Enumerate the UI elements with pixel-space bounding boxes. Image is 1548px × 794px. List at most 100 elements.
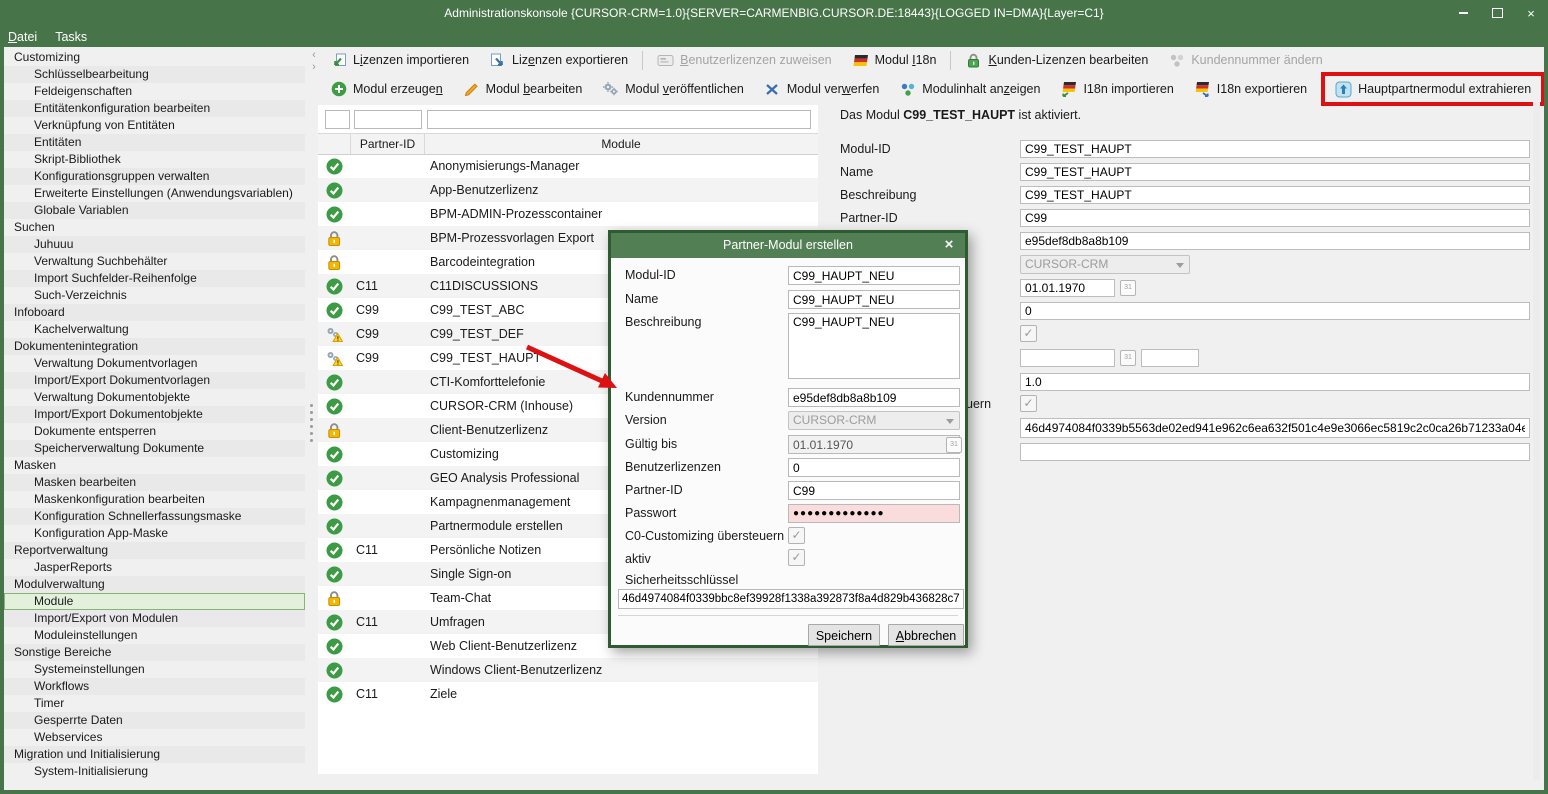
modul-id-input[interactable] xyxy=(788,266,960,285)
detail-beschreibung-input[interactable] xyxy=(1020,186,1530,204)
sidebar-item-globale-variablen[interactable]: Globale Variablen xyxy=(4,202,305,219)
toolbar-button-lizenzen-importieren[interactable]: Lizenzen importieren xyxy=(320,49,479,71)
aktiv-checkbox[interactable]: ✓ xyxy=(788,549,805,566)
toolbar-button-i18n-importieren[interactable]: I18n importieren xyxy=(1050,78,1183,100)
sidebar-item-masken-bearbeiten[interactable]: Masken bearbeiten xyxy=(4,474,305,491)
detail-version-combo[interactable]: CURSOR-CRM xyxy=(1020,255,1190,274)
version-combo[interactable]: CURSOR-CRM xyxy=(788,411,960,430)
sidebar-collapse-icons[interactable]: ‹› xyxy=(307,49,321,73)
partner-filter-input[interactable] xyxy=(354,110,422,129)
sidebar-item-entitätenkonfiguration-bearbeiten[interactable]: Entitätenkonfiguration bearbeiten xyxy=(4,100,305,117)
sidebar-item-masken[interactable]: Masken xyxy=(4,457,305,474)
menu-tasks[interactable]: Tasks xyxy=(55,30,87,44)
detail-versionsnummer-input[interactable] xyxy=(1020,373,1530,391)
detail-checkbox-1[interactable]: ✓ xyxy=(1020,325,1037,342)
table-row-app-benutzerlizenz[interactable]: App-Benutzerlizenz xyxy=(318,178,818,202)
table-row-ziele[interactable]: C11Ziele xyxy=(318,682,818,706)
kundennummer-input[interactable] xyxy=(788,388,960,407)
beschreibung-textarea[interactable]: C99_HAUPT_NEU xyxy=(788,313,960,379)
calendar-icon[interactable]: 31 xyxy=(946,437,962,453)
sidebar-item-verwaltung-suchbehälter[interactable]: Verwaltung Suchbehälter xyxy=(4,253,305,270)
gueltig-bis-input[interactable] xyxy=(788,435,960,454)
sidebar-item-konfigurationsgruppen-verwalten[interactable]: Konfigurationsgruppen verwalten xyxy=(4,168,305,185)
status-filter-input[interactable] xyxy=(325,110,350,129)
vertical-scrollbar[interactable] xyxy=(1533,102,1540,780)
sidebar-item-konfiguration-app-maske[interactable]: Konfiguration App-Maske xyxy=(4,525,305,542)
detail-name-input[interactable] xyxy=(1020,163,1530,181)
sidebar-item-systemeinstellungen[interactable]: Systemeinstellungen xyxy=(4,661,305,678)
detail-benutzerlizenzen-input[interactable] xyxy=(1020,302,1530,320)
sidebar-item-reportverwaltung[interactable]: Reportverwaltung xyxy=(4,542,305,559)
partner-column-header[interactable]: Partner-ID xyxy=(351,134,425,154)
toolbar-button-modul-erzeugen[interactable]: Modul erzeugen xyxy=(320,78,453,100)
sidebar-item-gesperrte-daten[interactable]: Gesperrte Daten xyxy=(4,712,305,729)
sidebar-item-verwaltung-dokumentobjekte[interactable]: Verwaltung Dokumentobjekte xyxy=(4,389,305,406)
toolbar-button-modul-bearbeiten[interactable]: Modul bearbeiten xyxy=(453,78,593,100)
sidebar-item-workflows[interactable]: Workflows xyxy=(4,678,305,695)
c0-customizing-checkbox[interactable]: ✓ xyxy=(788,527,805,544)
sidebar-item-module[interactable]: Module xyxy=(4,593,305,610)
name-input[interactable] xyxy=(788,290,960,309)
sidebar-item-juhuuu[interactable]: Juhuuu xyxy=(4,236,305,253)
detail-modul-id-input[interactable] xyxy=(1020,140,1530,158)
table-row-bpm-admin-prozesscontainer[interactable]: BPM-ADMIN-Prozesscontainer xyxy=(318,202,818,226)
module-column-header[interactable]: Module xyxy=(425,134,817,154)
toolbar-button-modul-verwerfen[interactable]: Modul verwerfen xyxy=(754,78,889,100)
detail-gueltig-input[interactable] xyxy=(1020,279,1115,297)
sidebar-item-migration-und-initialisierung[interactable]: Migration und Initialisierung xyxy=(4,746,305,763)
table-row-windows-client-benutzerlizenz[interactable]: Windows Client-Benutzerlizenz xyxy=(318,658,818,682)
detail-empty-input[interactable] xyxy=(1020,443,1530,461)
sidebar-item-infoboard[interactable]: Infoboard xyxy=(4,304,305,321)
sidebar-item-verknüpfung-von-entitäten[interactable]: Verknüpfung von Entitäten xyxy=(4,117,305,134)
toolbar-button-modulinhalt-anzeigen[interactable]: Modulinhalt anzeigen xyxy=(889,78,1050,100)
detail-partner-id-input[interactable] xyxy=(1020,209,1530,227)
dialog-close-icon[interactable]: × xyxy=(940,236,958,253)
abbrechen-button[interactable]: Abbrechen xyxy=(888,624,964,646)
sidebar-item-customizing[interactable]: Customizing xyxy=(4,49,305,66)
detail-sicherheitsschluessel-input[interactable] xyxy=(1020,418,1530,438)
sidebar-item-suchen[interactable]: Suchen xyxy=(4,219,305,236)
sidebar-item-modulverwaltung[interactable]: Modulverwaltung xyxy=(4,576,305,593)
calendar-icon[interactable]: 31 xyxy=(1120,280,1136,296)
toolbar-button-i18n-exportieren[interactable]: I18n exportieren xyxy=(1184,78,1317,100)
partner-id-input[interactable] xyxy=(788,481,960,500)
sidebar-item-dokumentenintegration[interactable]: Dokumentenintegration xyxy=(4,338,305,355)
detail-kundennummer-input[interactable] xyxy=(1020,232,1530,250)
sidebar-item-such-verzeichnis[interactable]: Such-Verzeichnis xyxy=(4,287,305,304)
sidebar-item-skript-bibliothek[interactable]: Skript-Bibliothek xyxy=(4,151,305,168)
sidebar-item-import-suchfelder-reihenfolge[interactable]: Import Suchfelder-Reihenfolge xyxy=(4,270,305,287)
passwort-input[interactable] xyxy=(788,504,960,523)
table-row-anonymisierungs-manager[interactable]: Anonymisierungs-Manager xyxy=(318,154,818,178)
calendar-icon[interactable]: 31 xyxy=(1120,350,1136,366)
toolbar-button-lizenzen-exportieren[interactable]: Lizenzen exportieren xyxy=(479,49,638,71)
speichern-button[interactable]: Speichern xyxy=(808,624,880,646)
menu-datei[interactable]: Datei xyxy=(8,30,37,44)
detail-checkbox-2[interactable]: ✓ xyxy=(1020,395,1037,412)
module-filter-input[interactable] xyxy=(427,110,811,129)
sidebar-item-import-export-dokumentvorlagen[interactable]: Import/Export Dokumentvorlagen xyxy=(4,372,305,389)
sidebar-item-entitäten[interactable]: Entitäten xyxy=(4,134,305,151)
toolbar-button-kunden-lizenzen-bearbeiten[interactable]: Kunden-Lizenzen bearbeiten xyxy=(955,49,1158,71)
sidebar-item-speicherverwaltung-dokumente[interactable]: Speicherverwaltung Dokumente xyxy=(4,440,305,457)
sidebar-item-import-export-von-modulen[interactable]: Import/Export von Modulen xyxy=(4,610,305,627)
sidebar-item-moduleinstellungen[interactable]: Moduleinstellungen xyxy=(4,627,305,644)
maximize-button[interactable] xyxy=(1488,4,1506,22)
detail-extra-input[interactable] xyxy=(1141,349,1199,367)
sidebar-item-system-initialisierung[interactable]: System-Initialisierung xyxy=(4,763,305,780)
sidebar-item-import-export-dokumentobjekte[interactable]: Import/Export Dokumentobjekte xyxy=(4,406,305,423)
detail-date2-input[interactable] xyxy=(1020,349,1115,367)
sidebar-item-kachelverwaltung[interactable]: Kachelverwaltung xyxy=(4,321,305,338)
sicherheitsschluessel-input[interactable] xyxy=(618,589,964,609)
sidebar-item-erweiterte-einstellungen-anwendungsvariablen-[interactable]: Erweiterte Einstellungen (Anwendungsvari… xyxy=(4,185,305,202)
sidebar-item-verwaltung-dokumentvorlagen[interactable]: Verwaltung Dokumentvorlagen xyxy=(4,355,305,372)
sidebar-item-webservices[interactable]: Webservices xyxy=(4,729,305,746)
close-button[interactable]: × xyxy=(1522,4,1540,22)
sidebar-item-schlüsselbearbeitung[interactable]: Schlüsselbearbeitung xyxy=(4,66,305,83)
sidebar-item-feldeigenschaften[interactable]: Feldeigenschaften xyxy=(4,83,305,100)
sidebar-item-sonstige-bereiche[interactable]: Sonstige Bereiche xyxy=(4,644,305,661)
sidebar-item-maskenkonfiguration-bearbeiten[interactable]: Maskenkonfiguration bearbeiten xyxy=(4,491,305,508)
minimize-button[interactable] xyxy=(1454,4,1472,22)
benutzerlizenzen-input[interactable] xyxy=(788,458,960,477)
sidebar-item-konfiguration-schnellerfassungsmaske[interactable]: Konfiguration Schnellerfassungsmaske xyxy=(4,508,305,525)
toolbar-button-modul-i18n[interactable]: Modul I18n xyxy=(842,49,947,71)
